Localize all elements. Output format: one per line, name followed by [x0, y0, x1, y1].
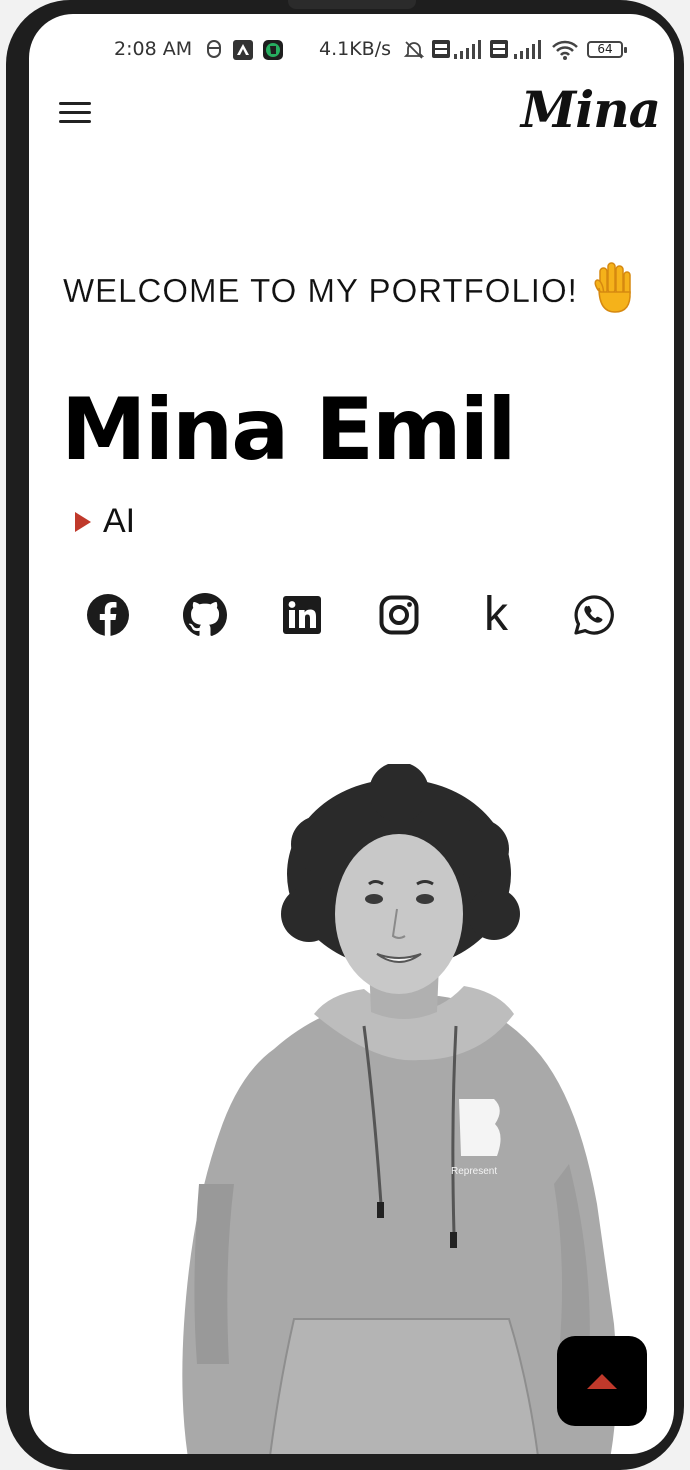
wifi-icon	[552, 40, 578, 60]
battery-level: 64	[597, 42, 613, 56]
menu-line-icon	[59, 111, 91, 114]
menu-line-icon	[59, 102, 91, 105]
whatsapp-link[interactable]	[571, 592, 617, 638]
kaggle-link[interactable]: k	[473, 588, 519, 641]
facebook-icon	[87, 594, 129, 636]
camera-notch	[288, 0, 416, 9]
whatsapp-icon	[574, 595, 614, 635]
status-time: 2:08 AM	[114, 38, 193, 60]
github-icon	[183, 593, 227, 636]
screen: 2:08 AM 4.1KB/s 64 Mina WELCOME TO MY PO…	[29, 14, 674, 1454]
phone-frame: 2:08 AM 4.1KB/s 64 Mina WELCOME TO MY PO…	[6, 0, 684, 1470]
hamburger-menu-button[interactable]	[59, 102, 91, 126]
github-link[interactable]	[182, 592, 228, 638]
volte-sim1-icon	[432, 40, 450, 58]
social-links: k	[85, 588, 625, 641]
waving-hand-icon	[594, 262, 631, 313]
signal-sim2-icon	[514, 40, 541, 59]
volte-sim2-icon	[490, 40, 508, 58]
brand-logo[interactable]: Mina	[521, 80, 661, 139]
usb-debug-icon	[207, 40, 221, 58]
hero-name: Mina Emil	[61, 380, 517, 480]
hoodie-print: Represent	[451, 1166, 497, 1177]
facebook-link[interactable]	[85, 592, 131, 638]
network-speed: 4.1KB/s	[319, 38, 392, 60]
scroll-to-top-button[interactable]	[557, 1336, 647, 1426]
bell-muted-icon	[403, 41, 425, 59]
instagram-link[interactable]	[376, 592, 422, 638]
signal-sim1-icon	[454, 40, 481, 59]
welcome-text: WELCOME TO MY PORTFOLIO!	[63, 272, 578, 309]
app-notification-icon	[233, 40, 253, 60]
battery-icon: 64	[587, 41, 627, 58]
play-triangle-icon	[75, 512, 91, 532]
linkedin-icon	[283, 596, 321, 634]
linkedin-link[interactable]	[279, 592, 325, 638]
menu-line-icon	[59, 120, 91, 123]
instagram-icon	[379, 595, 419, 635]
evernote-icon	[263, 40, 283, 60]
role-text: AI	[103, 502, 136, 540]
arrow-up-icon	[587, 1374, 617, 1389]
status-bar: 2:08 AM 4.1KB/s 64	[29, 36, 674, 66]
kaggle-icon: k	[484, 588, 508, 641]
